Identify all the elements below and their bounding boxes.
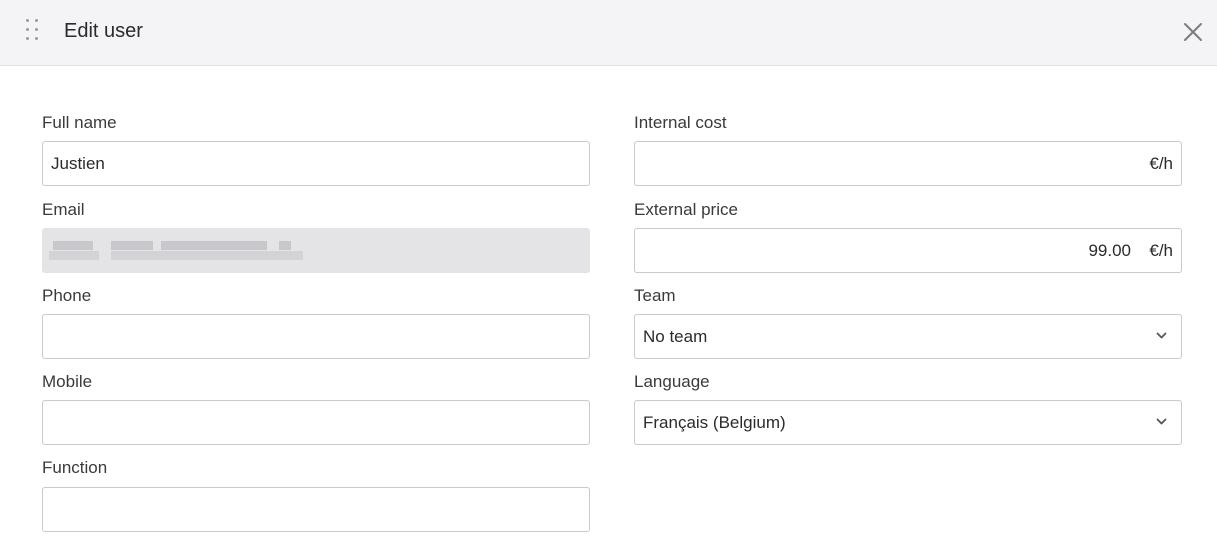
full-name-input[interactable]: Justien	[42, 141, 590, 186]
email-input	[42, 228, 590, 273]
email-label: Email	[42, 200, 85, 219]
internal-cost-input[interactable]: €/h	[634, 141, 1182, 186]
close-icon	[1184, 23, 1202, 41]
dialog-title: Edit user	[64, 20, 143, 42]
drag-handle-icon[interactable]	[24, 19, 40, 43]
function-label: Function	[42, 458, 108, 477]
internal-cost-label: Internal cost	[634, 113, 727, 132]
chevron-down-icon	[1156, 332, 1167, 339]
external-price-field: External price 99.00 €/h	[634, 199, 1182, 273]
function-input[interactable]	[42, 487, 590, 532]
phone-label: Phone	[42, 286, 92, 305]
language-label: Language	[634, 372, 710, 391]
external-price-unit: €/h	[1149, 241, 1173, 260]
close-button[interactable]	[1180, 19, 1206, 45]
team-field: Team No team	[634, 285, 1182, 359]
phone-field: Phone	[42, 285, 590, 359]
dialog-header: Edit user	[0, 0, 1217, 66]
external-price-value: 99.00	[1088, 241, 1131, 260]
team-selected-value: No team	[643, 327, 708, 346]
full-name-label: Full name	[42, 113, 117, 132]
chevron-down-icon	[1156, 418, 1167, 425]
function-field: Function	[42, 457, 590, 532]
language-select[interactable]: Français (Belgium)	[634, 400, 1182, 445]
phone-input[interactable]	[42, 314, 590, 359]
mobile-input[interactable]	[42, 400, 590, 445]
external-price-label: External price	[634, 200, 738, 219]
mobile-field: Mobile	[42, 371, 590, 445]
mobile-label: Mobile	[42, 372, 93, 391]
team-label: Team	[634, 286, 676, 305]
language-selected-value: Français (Belgium)	[643, 413, 786, 432]
email-field: Email	[42, 199, 590, 273]
full-name-value: Justien	[51, 154, 105, 173]
team-select[interactable]: No team	[634, 314, 1182, 359]
external-price-input[interactable]: 99.00 €/h	[634, 228, 1182, 273]
internal-cost-field: Internal cost €/h	[634, 112, 1182, 186]
full-name-field: Full name Justien	[42, 112, 590, 186]
internal-cost-unit: €/h	[1149, 154, 1173, 173]
language-field: Language Français (Belgium)	[634, 371, 1182, 445]
